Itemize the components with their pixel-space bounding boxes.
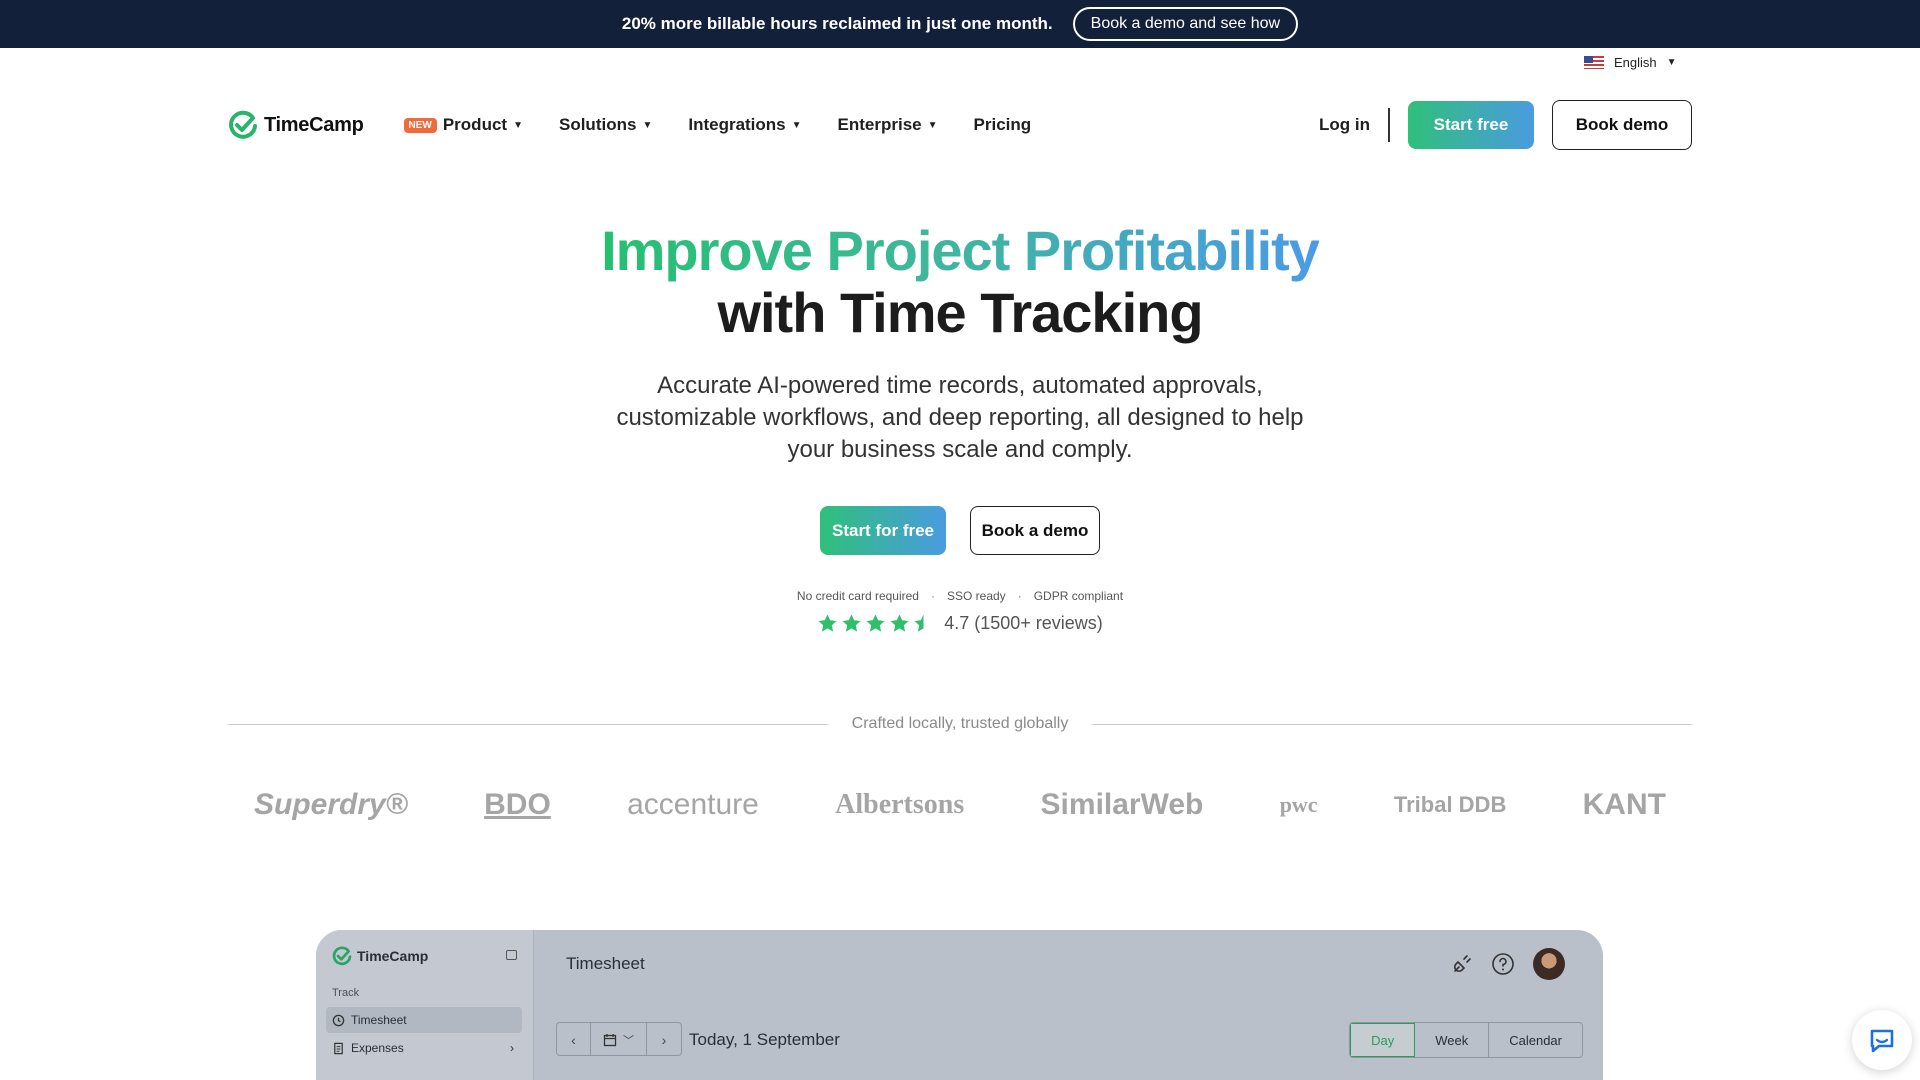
sidebar-item-label: Timesheet [351,1013,407,1027]
caret-down-icon: ▼ [927,119,938,131]
current-date: Today, 1 September [689,1030,840,1049]
divider-line [228,723,828,725]
nav-solutions-label: Solutions [558,115,637,134]
rating-stars [817,613,934,634]
app-main: Timesheet ‹ ﹀ › Today, 1 September Day W… [534,930,1603,1080]
trust-no-credit-card: No credit card required [796,589,919,603]
logo-similarweb: SimilarWeb [1040,788,1204,821]
nav-pricing[interactable]: Pricing [974,115,1032,135]
chevron-down-icon: ﹀ [623,1035,634,1047]
trust-badges: No credit card required · SSO ready · GD… [0,589,1920,603]
tab-week[interactable]: Week [1415,1023,1490,1057]
timecamp-logo[interactable]: TimeCamp [228,110,364,140]
nav-menu: NEW Product ▼ Solutions ▼ Integrations ▼… [403,115,1032,135]
plug-icon[interactable] [1451,953,1473,975]
book-demo-button[interactable]: Book demo [1552,100,1692,150]
logo-accenture: accenture [627,788,759,821]
prev-day-button[interactable]: ‹ [557,1023,591,1055]
start-for-free-button[interactable]: Start for free [820,506,946,555]
clock-icon [332,1014,345,1026]
app-header-icons [1451,948,1565,980]
hero-section: Improve Project Profitability with Time … [0,220,1920,634]
view-switcher: Day Week Calendar [1349,1022,1583,1058]
calendar-picker-button[interactable]: ﹀ [591,1023,647,1055]
logo-albertsons: Albertsons [835,789,965,820]
user-avatar[interactable] [1533,948,1565,980]
timecamp-logo-icon [229,110,257,139]
app-logo: TimeCamp [332,946,428,966]
app-sidebar: TimeCamp Track Timesheet Expenses › [316,930,534,1080]
sidebar-item-expenses[interactable]: Expenses › [326,1035,522,1061]
tab-day[interactable]: Day [1350,1023,1416,1057]
new-badge: NEW [403,117,437,133]
logo-bdo: BDO [484,788,551,821]
logo-kantar: KANT [1582,788,1666,821]
trusted-divider: Crafted locally, trusted globally [228,715,1693,733]
nav-enterprise-label: Enterprise [837,115,922,134]
logo-superdry: Superdry® [254,788,408,821]
next-day-button[interactable]: › [647,1023,681,1055]
start-free-button[interactable]: Start free [1408,101,1534,149]
star-half-icon [914,614,933,632]
chat-launcher[interactable] [1852,1010,1912,1070]
caret-down-icon: ▼ [791,119,802,131]
book-a-demo-button[interactable]: Book a demo [970,506,1100,555]
star-full-icon [842,614,861,632]
star-full-icon [890,614,909,632]
rating-text: 4.7 (1500+ reviews) [944,613,1103,633]
divider-line [1092,723,1693,725]
sidebar-section-track: Track [332,987,360,999]
language-label: English [1614,55,1657,70]
trusted-label: Crafted locally, trusted globally [851,715,1069,732]
app-logo-text: TimeCamp [357,948,429,964]
hero-title-line1: Improve Project Profitability [601,219,1320,282]
rating: 4.7 (1500+ reviews) [0,613,1920,634]
calendar-icon [603,1034,617,1047]
language-selector[interactable]: English ▼ [1584,55,1677,70]
sidebar-item-timesheet[interactable]: Timesheet [326,1007,522,1033]
announcement-demo-button[interactable]: Book a demo and see how [1072,7,1299,41]
timecamp-logo-icon [332,946,352,966]
main-nav: TimeCamp NEW Product ▼ Solutions ▼ Integ… [228,100,1692,150]
star-full-icon [866,614,885,632]
logo-text: TimeCamp [264,113,364,136]
announcement-bar: 20% more billable hours reclaimed in jus… [0,0,1920,48]
chat-icon [1870,1029,1894,1053]
hero-cta-row: Start for free Book a demo [0,506,1920,555]
logo-tribal-ddb: Tribal DDB [1393,792,1507,817]
help-icon[interactable] [1491,952,1515,976]
app-page-title: Timesheet [566,954,645,973]
caret-down-icon: ▼ [642,119,653,131]
login-link[interactable]: Log in [1319,108,1390,142]
hero-subtitle: Accurate AI-powered time records, automa… [616,372,1304,463]
nav-integrations[interactable]: Integrations ▼ [688,115,801,135]
caret-down-icon: ▼ [513,119,523,131]
star-full-icon [818,614,837,632]
separator-dot: · [930,589,935,603]
date-pager: ‹ ﹀ › [556,1022,682,1056]
caret-down-icon: ▼ [1666,57,1677,68]
trust-gdpr: GDPR compliant [1033,589,1124,603]
sidebar-item-label: Expenses [351,1041,404,1055]
announcement-text: 20% more billable hours reclaimed in jus… [621,14,1053,33]
app-preview: TimeCamp Track Timesheet Expenses › Time… [316,930,1603,1080]
hero-title-line2: with Time Tracking [717,281,1203,344]
receipt-icon [334,1042,343,1054]
chevron-right-icon: › [510,1041,514,1055]
logo-pwc: pwc [1279,792,1318,817]
nav-integrations-label: Integrations [688,115,786,134]
nav-pricing-label: Pricing [973,115,1032,134]
nav-product[interactable]: NEW Product ▼ [403,115,523,135]
separator-dot: · [1017,589,1022,603]
sidebar-toggle-icon[interactable] [506,950,517,960]
us-flag-icon [1584,56,1604,69]
nav-enterprise[interactable]: Enterprise ▼ [838,115,938,135]
nav-actions: Log in Start free Book demo [1319,100,1692,150]
nav-solutions[interactable]: Solutions ▼ [559,115,652,135]
trust-sso: SSO ready [946,589,1006,603]
tab-calendar[interactable]: Calendar [1489,1023,1582,1057]
nav-product-label: Product [442,115,508,134]
customer-logos: Superdry® BDO accenture Albertsons Simil… [228,770,1692,840]
